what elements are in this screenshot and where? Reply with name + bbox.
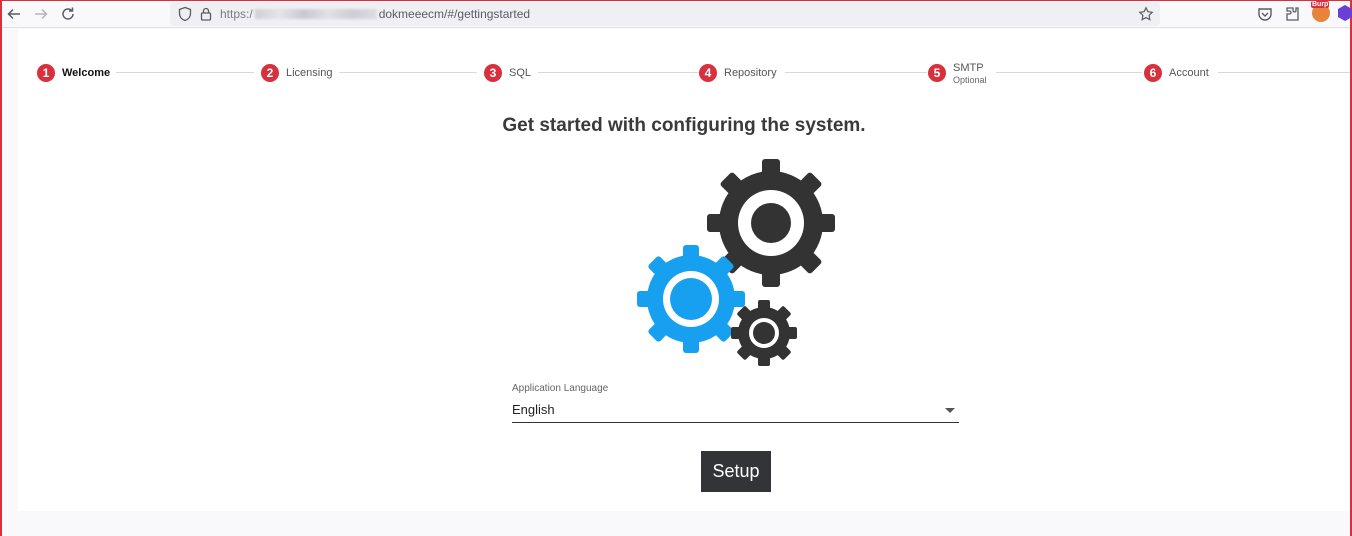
redacted-host (254, 9, 377, 19)
pocket-icon[interactable] (1256, 5, 1274, 23)
star-icon[interactable] (1138, 6, 1154, 22)
step-smtp[interactable]: 5 SMTP Optional (928, 59, 987, 87)
setup-stepper: 1 Welcome 2 Licensing 3 SQL 4 Repository… (18, 29, 1350, 89)
step-sublabel: Optional (953, 74, 987, 85)
reload-icon[interactable] (59, 5, 77, 23)
burp-badge-label: Burp (1311, 1, 1330, 8)
step-label: Licensing (286, 67, 333, 79)
language-value: English (512, 402, 555, 417)
extensions-icon[interactable] (1283, 5, 1301, 23)
step-welcome[interactable]: 1 Welcome (37, 63, 110, 83)
url-prefix: https:/ (220, 7, 253, 21)
language-label: Application Language (512, 383, 609, 394)
step-number: 4 (699, 64, 717, 82)
purple-extension-icon[interactable] (1338, 5, 1352, 21)
gears-icon (637, 159, 835, 366)
step-connector (339, 72, 477, 73)
language-select[interactable]: English (512, 399, 959, 423)
language-field: Application Language English (512, 383, 959, 423)
step-number: 2 (261, 64, 279, 82)
back-arrow-icon[interactable] (5, 5, 23, 23)
browser-toolbar: https:/ dokmeeecm/#/gettingstarted Burp (2, 1, 1352, 28)
step-label: Repository (724, 67, 777, 79)
url-path: dokmeeecm/#/gettingstarted (378, 7, 531, 21)
step-connector (1218, 72, 1350, 73)
step-account[interactable]: 6 Account (1144, 63, 1209, 83)
address-bar[interactable]: https:/ dokmeeecm/#/gettingstarted (170, 2, 1160, 26)
step-number: 6 (1144, 64, 1162, 82)
step-connector (538, 72, 700, 73)
step-connector (996, 72, 1142, 73)
url-text[interactable]: https:/ dokmeeecm/#/gettingstarted (220, 7, 530, 21)
step-number: 3 (484, 64, 502, 82)
step-label: SQL (509, 67, 532, 79)
forward-arrow-icon[interactable] (32, 5, 50, 23)
step-connector (116, 72, 254, 73)
step-sql[interactable]: 3 SQL (484, 63, 531, 83)
setup-button[interactable]: Setup (701, 451, 771, 492)
setup-page: 1 Welcome 2 Licensing 3 SQL 4 Repository… (18, 29, 1350, 511)
dropdown-arrow-icon[interactable] (945, 408, 955, 413)
burp-icon[interactable]: Burp (1311, 1, 1330, 22)
page-title: Get started with configuring the system. (502, 115, 866, 136)
step-number: 1 (37, 64, 55, 82)
step-label: Welcome (62, 67, 111, 79)
step-licensing[interactable]: 2 Licensing (261, 63, 332, 83)
step-number: 5 (928, 64, 946, 82)
step-repository[interactable]: 4 Repository (699, 63, 777, 83)
step-connector (785, 72, 927, 73)
shield-icon[interactable] (177, 6, 193, 22)
lock-icon[interactable] (198, 6, 214, 22)
step-label: SMTP (953, 61, 984, 74)
step-label: Account (1169, 67, 1209, 79)
